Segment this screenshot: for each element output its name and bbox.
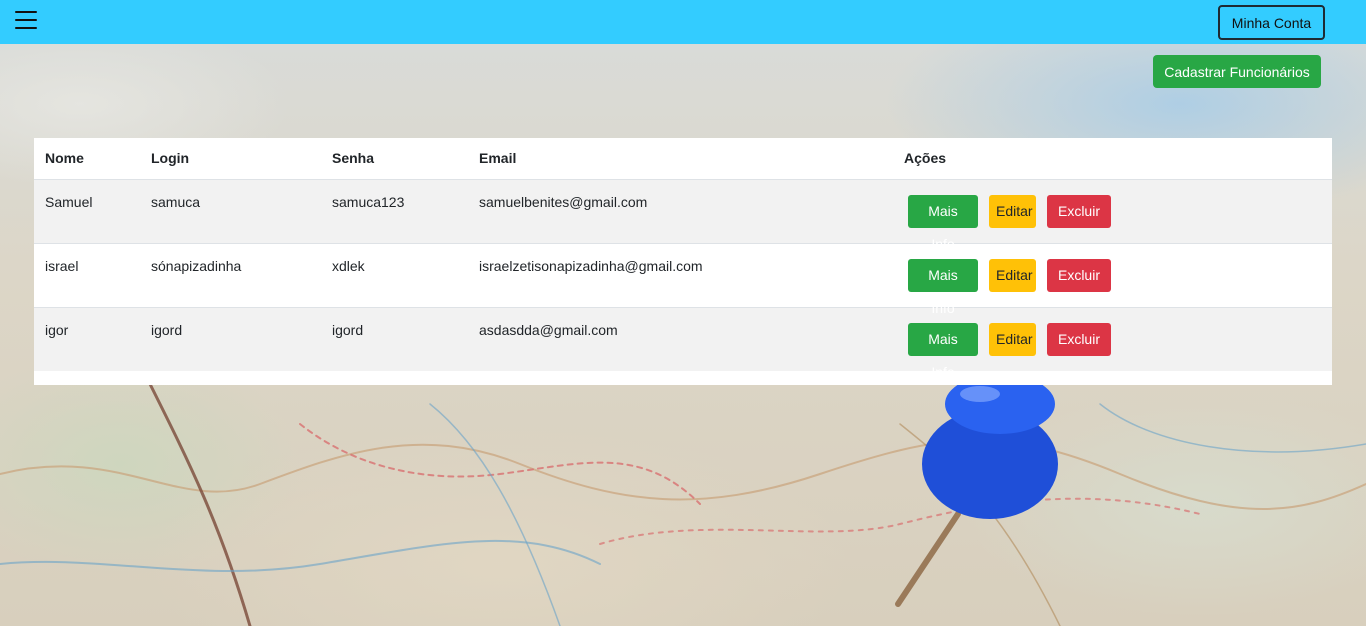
table-row: israel sónapizadinha xdlek israelzetison…: [34, 242, 1332, 316]
edit-button[interactable]: Editar: [989, 194, 1036, 228]
employees-table: Nome Login Senha Email Ações Samuel samu…: [34, 138, 1332, 380]
column-header-login: Login: [140, 138, 321, 180]
cell-email: samuelbenites@gmail.com: [468, 178, 880, 243]
more-info-button[interactable]: Mais Info: [908, 258, 978, 316]
column-header-nome: Nome: [34, 138, 140, 180]
cell-actions: Mais Info Editar Excluir: [880, 178, 1332, 252]
cell-nome: igor: [34, 306, 140, 371]
cell-senha: xdlek: [321, 242, 468, 307]
cell-login: sónapizadinha: [140, 242, 321, 307]
more-info-button[interactable]: Mais Info: [908, 322, 978, 380]
table-row: Samuel samuca samuca123 samuelbenites@gm…: [34, 178, 1332, 252]
delete-button[interactable]: Excluir: [1047, 194, 1111, 228]
cell-senha: igord: [321, 306, 468, 371]
cell-nome: israel: [34, 242, 140, 307]
account-button[interactable]: Minha Conta: [1218, 5, 1325, 40]
register-employee-button[interactable]: Cadastrar Funcionários: [1153, 55, 1321, 88]
column-header-senha: Senha: [321, 138, 468, 180]
cell-login: igord: [140, 306, 321, 371]
edit-button[interactable]: Editar: [989, 258, 1036, 292]
delete-button[interactable]: Excluir: [1047, 258, 1111, 292]
column-header-acoes: Ações: [880, 138, 1332, 180]
column-header-email: Email: [468, 138, 880, 180]
cell-email: asdasdda@gmail.com: [468, 306, 880, 371]
more-info-button[interactable]: Mais Info: [908, 194, 978, 252]
table-header-row: Nome Login Senha Email Ações: [34, 138, 1332, 180]
employees-table-panel: Nome Login Senha Email Ações Samuel samu…: [34, 138, 1332, 385]
cell-login: samuca: [140, 178, 321, 243]
cell-senha: samuca123: [321, 178, 468, 243]
cell-nome: Samuel: [34, 178, 140, 243]
cell-email: israelzetisonapizadinha@gmail.com: [468, 242, 880, 307]
table-row: igor igord igord asdasdda@gmail.com Mais…: [34, 306, 1332, 380]
delete-button[interactable]: Excluir: [1047, 322, 1111, 356]
edit-button[interactable]: Editar: [989, 322, 1036, 356]
top-navbar: Minha Conta: [0, 0, 1366, 44]
hamburger-menu-icon[interactable]: [15, 9, 37, 31]
